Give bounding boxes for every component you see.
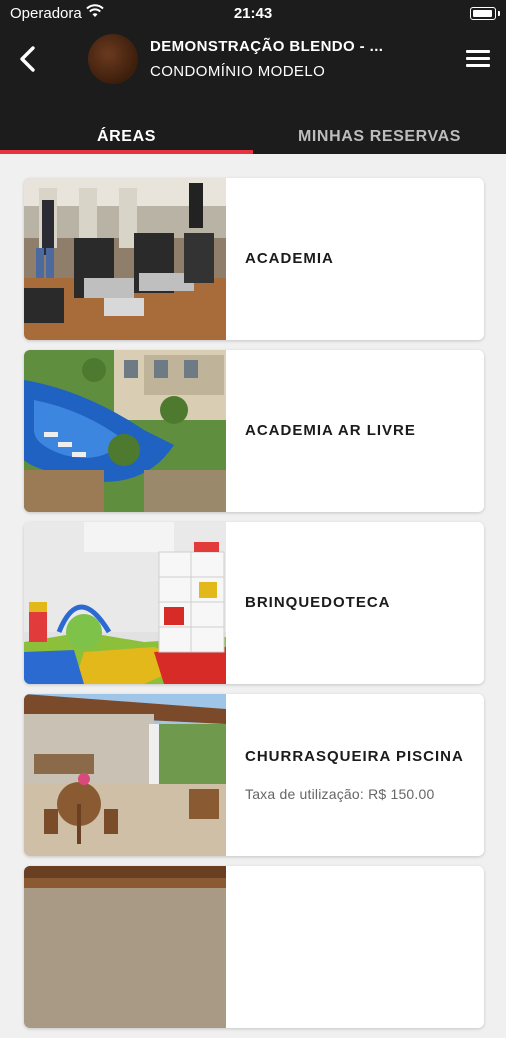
usage-fee: Taxa de utilização: R$ 150.00	[245, 786, 435, 802]
tab-bar: ÁREAS MINHAS RESERVAS	[0, 120, 506, 154]
area-info: BRINQUEDOTECA	[245, 522, 465, 684]
header-subtitle: CONDOMÍNIO MODELO	[150, 63, 326, 80]
area-info: ACADEMIA AR LIVRE	[245, 350, 465, 512]
area-name: ACADEMIA	[245, 250, 334, 267]
area-card-churrasqueira-piscina[interactable]: CHURRASQUEIRA PISCINA Taxa de utilização…	[24, 694, 484, 856]
status-bar: Operadora 21:43	[0, 0, 506, 28]
hamburger-menu-icon[interactable]	[466, 50, 490, 68]
area-info: CHURRASQUEIRA PISCINA Taxa de utilização…	[245, 694, 465, 856]
tab-minhas-reservas[interactable]: MINHAS RESERVAS	[253, 120, 506, 154]
header-titles: DEMONSTRAÇÃO BLENDO - ... CONDOMÍNIO MOD…	[150, 38, 383, 80]
area-info: ACADEMIA	[245, 178, 465, 340]
area-photo	[24, 866, 226, 1028]
area-name: ACADEMIA AR LIVRE	[245, 422, 416, 439]
playroom-photo	[24, 522, 226, 684]
area-card-academia[interactable]: ACADEMIA	[24, 178, 484, 340]
tab-areas[interactable]: ÁREAS	[0, 120, 253, 154]
status-time: 21:43	[233, 5, 273, 22]
barbecue-area-photo	[24, 694, 226, 856]
area-card-partial[interactable]	[24, 866, 484, 1028]
area-name: CHURRASQUEIRA PISCINA	[245, 748, 464, 765]
condominium-avatar	[88, 34, 138, 84]
areas-list: ACADEMIA ACADEMIA AR LIVRE BRINQUEDOTECA…	[24, 178, 484, 1038]
header-title: DEMONSTRAÇÃO BLENDO - ...	[150, 38, 384, 55]
area-card-academia-ar-livre[interactable]: ACADEMIA AR LIVRE	[24, 350, 484, 512]
gym-photo	[24, 178, 226, 340]
pool-photo	[24, 350, 226, 512]
active-tab-indicator	[0, 150, 253, 154]
area-card-brinquedoteca[interactable]: BRINQUEDOTECA	[24, 522, 484, 684]
area-info	[245, 866, 465, 1028]
battery-icon	[470, 7, 500, 20]
app-header: Operadora 21:43 DEMONSTRAÇÃO BLENDO - ..…	[0, 0, 506, 154]
back-chevron-icon[interactable]	[14, 44, 44, 74]
area-name: BRINQUEDOTECA	[245, 594, 391, 611]
